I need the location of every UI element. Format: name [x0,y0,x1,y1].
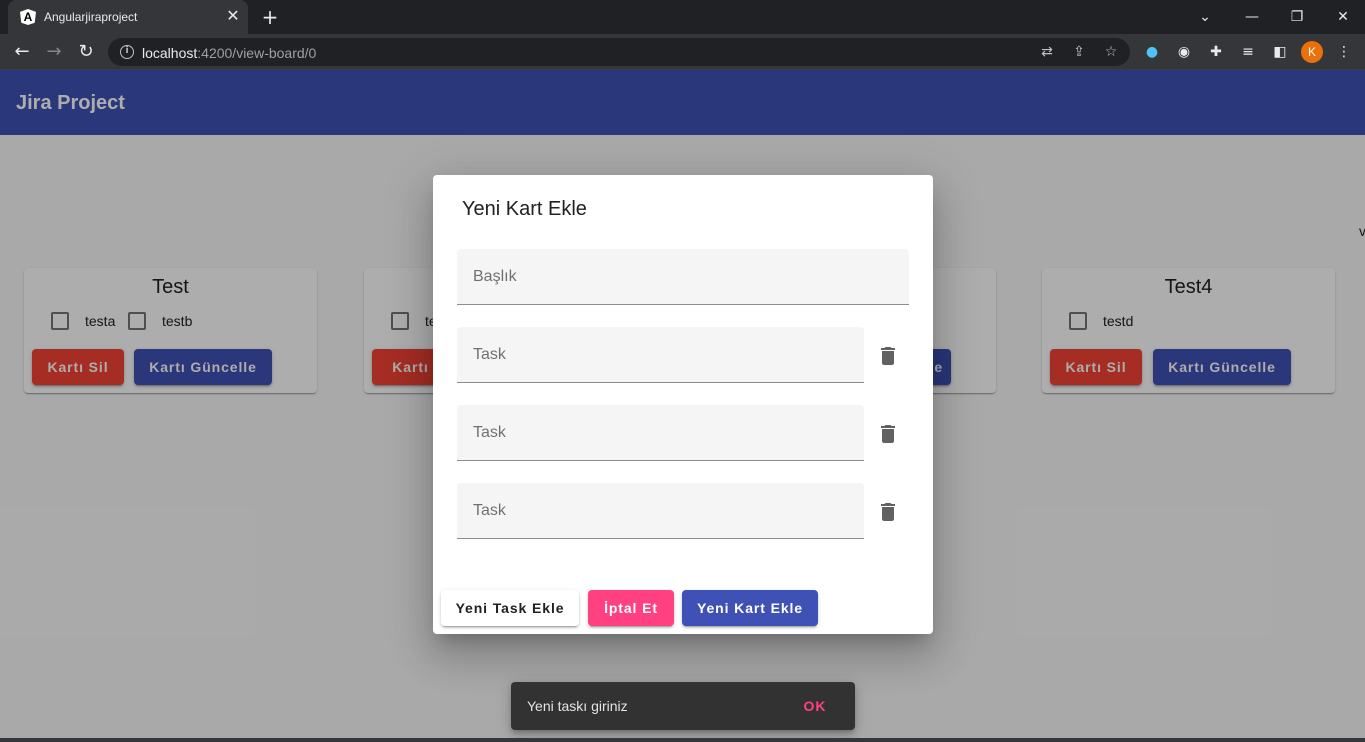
new-tab-icon[interactable]: + [259,6,281,28]
task-input[interactable] [473,421,848,445]
browser-tab[interactable]: A Angularjiraproject ✕ [8,0,248,34]
angular-favicon-icon: A [20,9,36,25]
add-card-dialog: Yeni Kart Ekle Yeni Task Ekle İptal Et Y… [433,175,933,634]
extensions-icon[interactable]: ✚ [1206,42,1226,62]
snackbar: Yeni taskı giriniz OK [511,682,855,730]
browser-toolbar: ← → ↻ i localhost:4200/view-board/0 ⇄ ⇪ … [0,34,1365,70]
submit-card-button[interactable]: Yeni Kart Ekle [682,590,818,626]
profile-avatar[interactable]: K [1301,41,1323,63]
url-path: :4200/view-board/0 [197,45,317,61]
restore-icon[interactable]: ❐ [1286,6,1308,28]
window-close-icon[interactable]: ✕ [1332,6,1354,28]
tab-title: Angularjiraproject [44,10,138,24]
task-input[interactable] [473,499,848,523]
dialog-title: Yeni Kart Ekle [462,198,587,220]
title-field[interactable] [457,249,909,305]
url-host: localhost [142,45,198,61]
reading-list-icon[interactable]: ≡ [1238,42,1258,62]
extension-globe-icon[interactable]: ● [1142,42,1162,62]
snackbar-message: Yeni taskı giriniz [527,698,628,714]
delete-icon[interactable] [876,344,900,368]
back-icon[interactable]: ← [10,40,34,64]
snackbar-ok-button[interactable]: OK [791,688,839,724]
browser-tab-strip: A Angularjiraproject ✕ + ⌄ — ❐ ✕ [0,0,1365,34]
add-task-button[interactable]: Yeni Task Ekle [441,590,579,626]
forward-icon[interactable]: → [42,40,66,64]
task-field[interactable] [457,327,864,383]
menu-icon[interactable]: ⋮ [1334,42,1354,62]
tab-close-icon[interactable]: ✕ [224,7,242,25]
side-panel-icon[interactable]: ◧ [1270,42,1290,62]
task-input[interactable] [473,343,848,367]
star-icon[interactable]: ☆ [1102,43,1120,61]
url-text[interactable]: localhost:4200/view-board/0 [142,45,316,61]
minimize-icon[interactable]: — [1241,6,1263,28]
title-input[interactable] [473,265,893,289]
cancel-button[interactable]: İptal Et [588,590,674,626]
extension-circle-icon[interactable]: ◉ [1174,42,1194,62]
translate-icon[interactable]: ⇄ [1038,43,1056,61]
bottom-strip [0,738,1365,742]
reload-icon[interactable]: ↻ [74,40,98,64]
share-icon[interactable]: ⇪ [1070,43,1088,61]
task-field[interactable] [457,405,864,461]
delete-icon[interactable] [876,422,900,446]
tab-search-icon[interactable]: ⌄ [1194,6,1216,28]
info-icon[interactable]: i [120,45,134,59]
address-bar[interactable]: i localhost:4200/view-board/0 ⇄ ⇪ ☆ [108,38,1130,66]
delete-icon[interactable] [876,500,900,524]
task-field[interactable] [457,483,864,539]
